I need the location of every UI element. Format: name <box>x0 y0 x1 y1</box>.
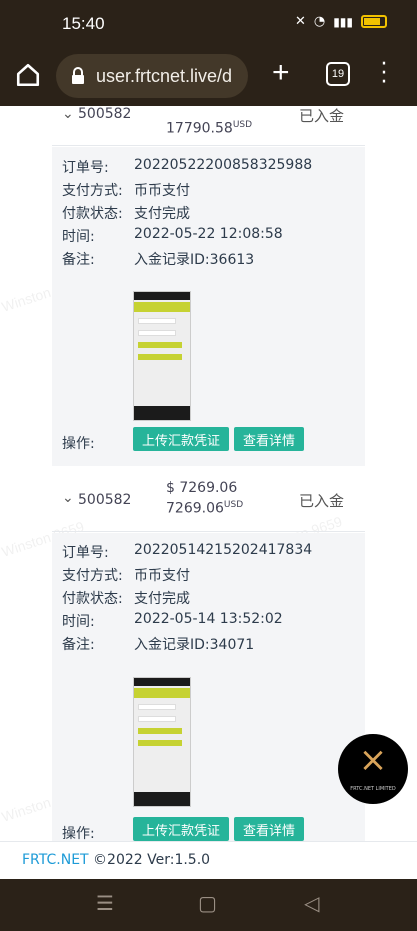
status-icons: ✕ ◔ ▮▮▮ <box>295 14 387 29</box>
view-details-button[interactable]: 查看详情 <box>234 817 304 841</box>
upload-receipt-button[interactable]: 上传汇款凭证 <box>133 817 229 841</box>
page-footer: FRTC.NET ©2022 Ver:1.5.0 <box>0 841 417 879</box>
time-row: 时间: 2022-05-14 13:52:02 <box>62 611 283 630</box>
record-id: 500582 <box>78 492 132 508</box>
pay-status-row: 付款状态: 支付完成 <box>62 591 190 607</box>
pay-method-row: 支付方式: 币币支付 <box>62 568 190 584</box>
signal-icon: ▮▮▮ <box>333 14 353 29</box>
view-details-button[interactable]: 查看详情 <box>234 427 304 451</box>
page-content: Winston 9659 Winston 9659 Winston 9659 W… <box>0 106 417 841</box>
record-detail: 订单号: 20220522200858325988 支付方式: 币币支付 付款状态:… <box>52 147 365 466</box>
recents-icon[interactable]: ☰ <box>96 891 114 915</box>
record-id: 500582 <box>78 106 132 122</box>
home-icon[interactable] <box>15 62 41 88</box>
logo-icon: ⨯ <box>358 740 388 780</box>
remark-row: 备注: 入金记录ID:34071 <box>62 637 255 653</box>
system-nav-bar: ☰ ▢ ◁ <box>0 879 417 931</box>
logo-text: FRTC.NET LIMITED <box>350 786 396 792</box>
footer-text: FRTC.NET ©2022 Ver:1.5.0 <box>22 852 211 868</box>
remark-row: 备注: 入金记录ID:36613 <box>62 252 255 268</box>
battery-icon <box>361 15 387 28</box>
back-icon[interactable]: ◁ <box>304 891 319 915</box>
record-header[interactable]: ⌄ 500582 $ 7269.06 7269.06USD 已入金 <box>52 468 365 532</box>
record-header[interactable]: ⌄ 500582 17790.58USD 已入金 <box>52 106 365 146</box>
deposit-record: ⌄ 500582 $ 7269.06 7269.06USD 已入金 订单号: 20… <box>52 468 365 841</box>
chevron-down-icon[interactable]: ⌄ <box>62 490 74 506</box>
record-detail: 订单号: 20220514215202417834 支付方式: 币币支付 付款状态:… <box>52 533 365 841</box>
browser-toolbar: user.frtcnet.live/d + 19 · · · <box>0 48 417 106</box>
action-label: 操作: <box>62 436 95 452</box>
record-amount-usd: $ 7269.06 <box>166 480 238 496</box>
footer-brand[interactable]: FRTC.NET <box>22 852 89 868</box>
home-square-icon[interactable]: ▢ <box>198 891 217 915</box>
chevron-down-icon[interactable]: ⌄ <box>62 106 74 122</box>
time-row: 时间: 2022-05-22 12:08:58 <box>62 226 283 245</box>
lock-icon <box>72 67 84 84</box>
deposit-record: ⌄ 500582 17790.58USD 已入金 订单号: 20220522200… <box>52 106 365 466</box>
more-menu-icon[interactable]: · · · <box>380 54 388 94</box>
new-tab-button[interactable]: + <box>272 56 290 90</box>
order-no-row: 订单号: 20220514215202417834 <box>62 542 313 561</box>
mute-icon: ✕ <box>294 14 306 29</box>
receipt-thumbnail[interactable] <box>133 291 191 421</box>
record-status: 已入金 <box>299 107 345 125</box>
pay-method-row: 支付方式: 币币支付 <box>62 183 190 199</box>
receipt-thumbnail[interactable] <box>133 677 191 807</box>
order-no-row: 订单号: 20220522200858325988 <box>62 157 313 176</box>
address-bar[interactable]: user.frtcnet.live/d <box>56 54 248 98</box>
wifi-icon: ◔ <box>313 14 326 29</box>
status-bar: 15:40 ✕ ◔ ▮▮▮ <box>0 0 417 48</box>
action-label: 操作: <box>62 826 95 841</box>
record-status: 已入金 <box>299 492 345 510</box>
record-amount: 7269.06USD <box>166 500 244 517</box>
record-amount: 17790.58USD <box>166 120 253 137</box>
pay-status-row: 付款状态: 支付完成 <box>62 206 190 222</box>
brand-logo[interactable]: ⨯ FRTC.NET LIMITED <box>338 734 408 804</box>
url-text: user.frtcnet.live/d <box>96 65 233 86</box>
tab-switcher-button[interactable]: 19 <box>326 62 350 86</box>
upload-receipt-button[interactable]: 上传汇款凭证 <box>133 427 229 451</box>
status-time: 15:40 <box>62 14 105 33</box>
